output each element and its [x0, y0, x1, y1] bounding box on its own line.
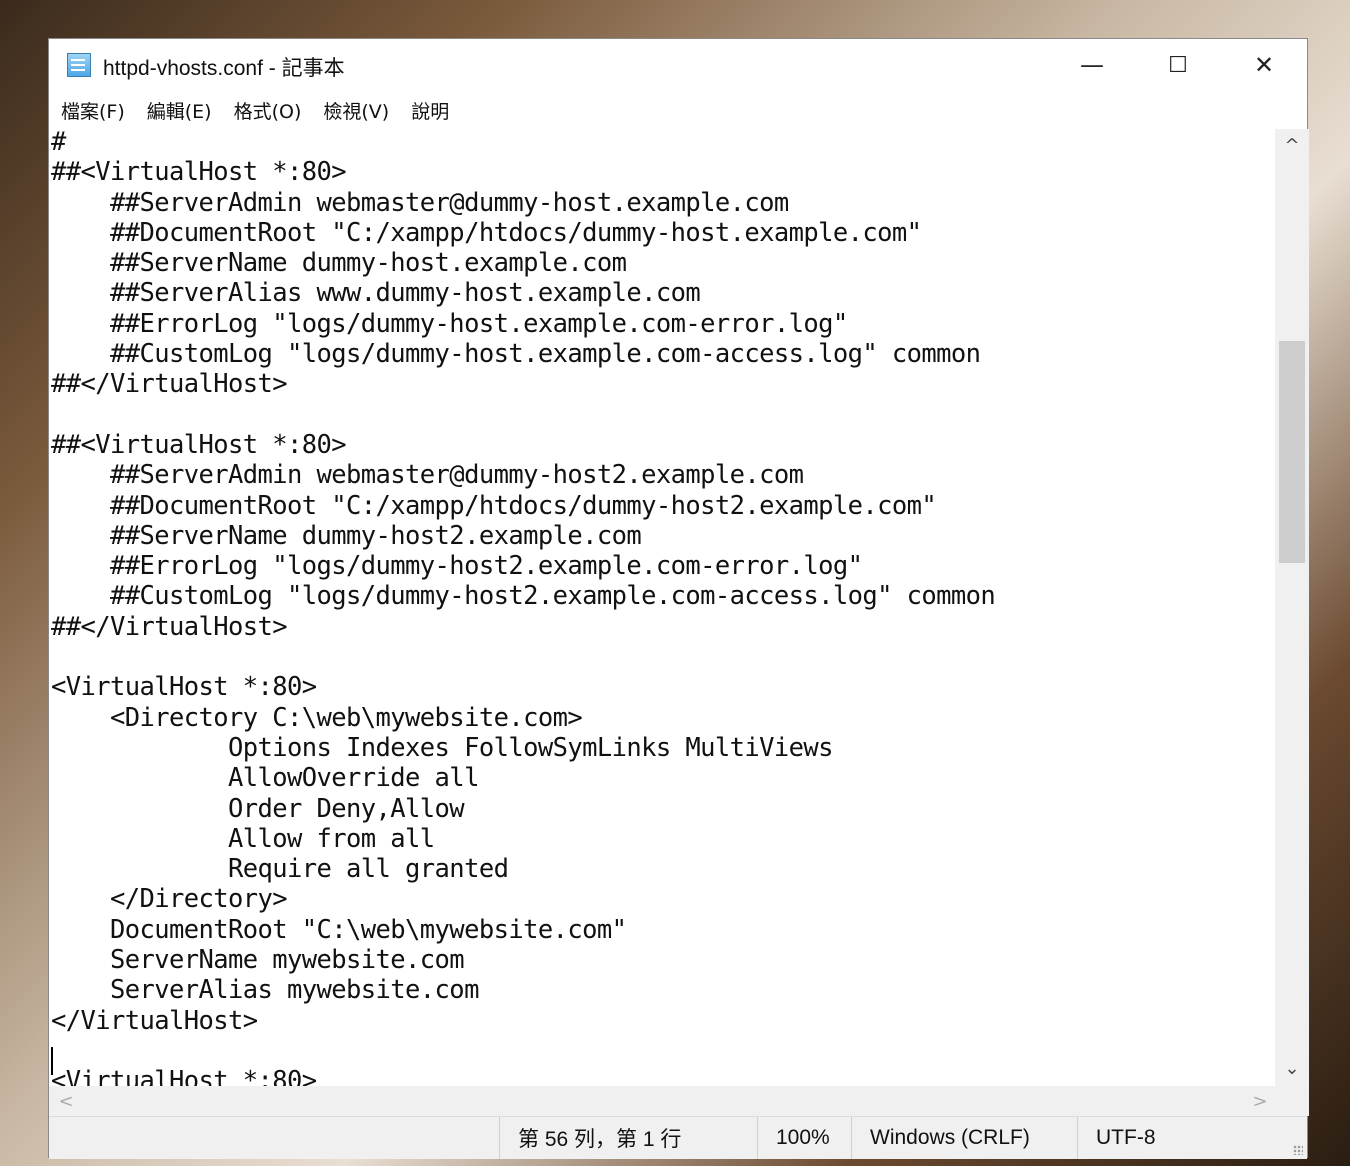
menu-format[interactable]: 格式(O) [234, 97, 302, 124]
encoding: UTF-8 [1077, 1117, 1277, 1159]
text-caret [51, 1047, 53, 1075]
notepad-window: httpd-vhosts.conf - 記事本 — ☐ ✕ 檔案(F) 編輯(E… [48, 38, 1309, 1159]
scroll-down-icon[interactable]: ⌄ [1275, 1054, 1309, 1082]
line-ending: Windows (CRLF) [851, 1117, 1077, 1159]
menu-edit[interactable]: 編輯(E) [147, 97, 212, 124]
horizontal-scrollbar[interactable]: < > [49, 1086, 1275, 1116]
zoom-level: 100% [757, 1117, 851, 1159]
minimize-button[interactable]: — [1049, 39, 1135, 91]
scrollbar-corner [1275, 1086, 1309, 1116]
menu-view[interactable]: 檢視(V) [323, 97, 389, 124]
scroll-right-icon[interactable]: > [1245, 1086, 1275, 1116]
menu-file[interactable]: 檔案(F) [61, 97, 125, 124]
vertical-scroll-thumb[interactable] [1279, 341, 1305, 563]
text-editor[interactable]: # ##<VirtualHost *:80> ##ServerAdmin web… [49, 129, 1275, 1086]
scroll-up-icon[interactable]: ^ [1275, 131, 1309, 159]
menu-help[interactable]: 說明 [411, 97, 449, 124]
resize-grip-icon[interactable] [1293, 1145, 1303, 1155]
title-bar[interactable]: httpd-vhosts.conf - 記事本 — ☐ ✕ [49, 39, 1307, 91]
vertical-scrollbar[interactable]: ^ ⌄ [1275, 129, 1309, 1086]
editor-text[interactable]: # ##<VirtualHost *:80> ##ServerAdmin web… [51, 129, 996, 1086]
menu-bar: 檔案(F) 編輯(E) 格式(O) 檢視(V) 說明 [49, 91, 1307, 129]
scroll-left-icon[interactable]: < [51, 1086, 81, 1116]
close-button[interactable]: ✕ [1221, 39, 1307, 91]
window-title: httpd-vhosts.conf - 記事本 [103, 57, 345, 80]
cursor-position: 第 56 列，第 1 行 [499, 1117, 757, 1159]
notepad-icon [67, 53, 91, 77]
maximize-button[interactable]: ☐ [1135, 39, 1221, 91]
status-bar: 第 56 列，第 1 行 100% Windows (CRLF) UTF-8 [49, 1116, 1307, 1159]
